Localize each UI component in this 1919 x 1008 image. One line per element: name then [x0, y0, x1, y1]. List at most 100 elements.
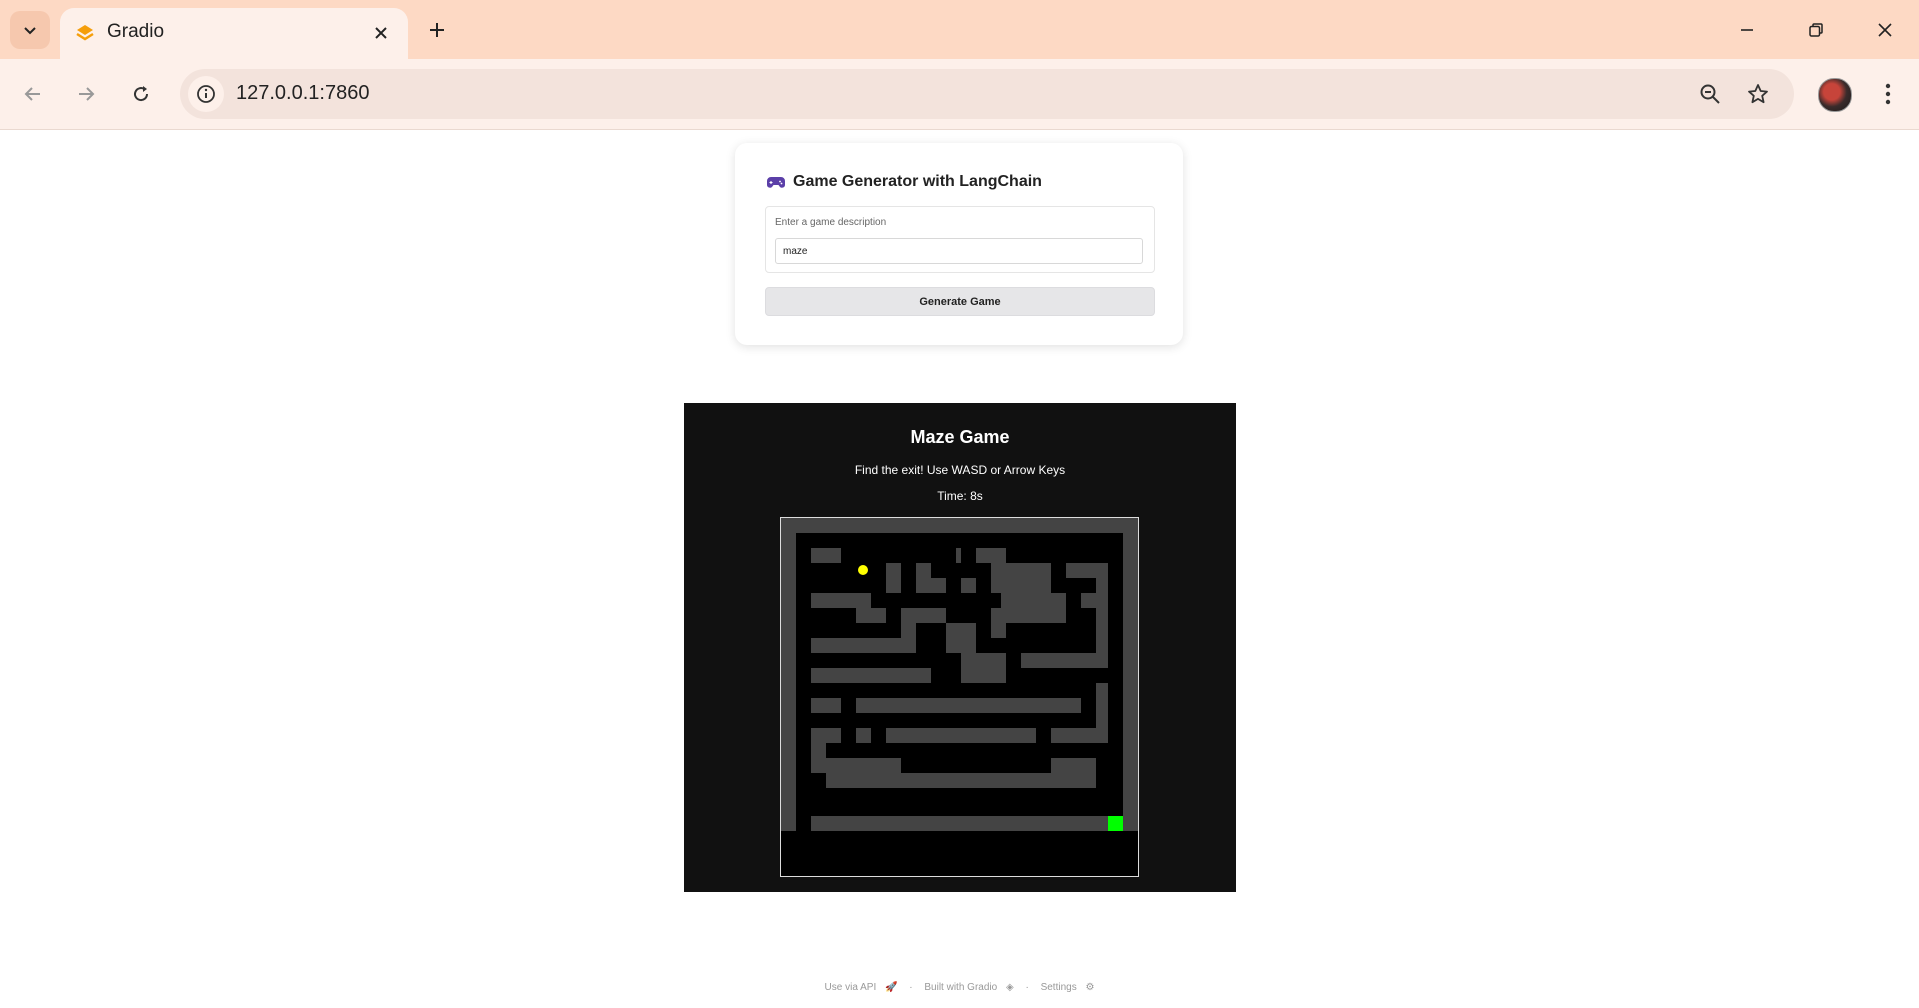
game-frame: Maze Game Find the exit! Use WASD or Arr… [684, 403, 1236, 892]
footer-separator: · [1025, 982, 1029, 993]
forward-button[interactable] [68, 76, 104, 112]
maze-corridor [1081, 683, 1096, 728]
minimize-button[interactable] [1727, 14, 1767, 46]
maze-corridor [871, 563, 886, 608]
game-timer: Time: 8s [684, 489, 1236, 503]
built-with-gradio-link[interactable]: Built with Gradio ◈ [921, 982, 1016, 993]
tab-search-button[interactable] [10, 11, 50, 49]
maze-corridor [1021, 668, 1111, 683]
maze-corridor [796, 533, 1123, 548]
address-bar[interactable]: 127.0.0.1:7860 [180, 69, 1794, 119]
maze-corridor [811, 563, 856, 578]
maze-corridor [946, 563, 961, 593]
maze-corridor [796, 801, 1123, 816]
maze-corridor [916, 623, 931, 668]
game-instructions: Find the exit! Use WASD or Arrow Keys [854, 463, 1066, 477]
url-text[interactable]: 127.0.0.1:7860 [236, 82, 369, 105]
maze-corridor [1021, 548, 1111, 563]
maze-corridor [931, 533, 946, 578]
browser-menu-button[interactable] [1872, 78, 1904, 110]
maze-corridor [796, 623, 886, 638]
arrow-left-icon [24, 87, 40, 101]
maze-corridor [1051, 743, 1111, 758]
browser-tab-bar: Gradio [0, 0, 1919, 59]
maze-corridor [841, 698, 856, 743]
gamepad-icon [767, 177, 785, 188]
maze-exit [1108, 816, 1123, 831]
maze-corridor [1006, 653, 1021, 683]
chevron-down-icon [24, 27, 36, 35]
maze-corridor [811, 653, 931, 668]
site-info-button[interactable] [188, 76, 224, 112]
maze-corridor [1066, 593, 1081, 623]
maze-empty-area [781, 831, 1138, 876]
timer-label: Time: [937, 489, 971, 503]
maze-corridor [796, 638, 811, 668]
maze-corridor [1096, 758, 1111, 803]
app-card: Game Generator with LangChain Enter a ga… [735, 143, 1183, 345]
maze-corridor [856, 713, 1096, 728]
maze-corridor [946, 653, 961, 698]
description-label: Enter a game description [775, 217, 887, 228]
maze-corridor [826, 788, 1096, 803]
maze-corridor [961, 683, 1096, 698]
tab-close-button[interactable] [368, 20, 394, 46]
reload-button[interactable] [123, 76, 159, 112]
close-icon [375, 27, 387, 39]
maze-corridor [1036, 728, 1051, 758]
maze-canvas[interactable] [780, 517, 1139, 877]
maze-corridor [796, 698, 811, 728]
maze-corridor [811, 608, 856, 623]
close-window-button[interactable] [1865, 14, 1905, 46]
maze-corridor [886, 593, 901, 638]
profile-avatar[interactable] [1818, 78, 1852, 112]
arrow-right-icon [79, 87, 95, 101]
maze-corridor [796, 533, 811, 831]
timer-value: 8s [970, 489, 983, 503]
minimize-icon [1741, 29, 1753, 31]
maze-corridor [886, 743, 1051, 758]
info-icon [197, 85, 215, 103]
gradio-logo-icon [76, 25, 94, 41]
star-icon [1748, 84, 1768, 104]
settings-link[interactable]: Settings ⚙ [1038, 982, 1098, 993]
browser-toolbar: 127.0.0.1:7860 [0, 59, 1919, 130]
more-vertical-icon [1885, 83, 1891, 105]
rocket-icon: 🚀 [885, 982, 898, 993]
restore-icon [1809, 23, 1823, 37]
maze-board [781, 518, 1138, 876]
maze-corridor [961, 533, 976, 578]
back-button[interactable] [15, 76, 51, 112]
maze-corridor [1081, 608, 1096, 638]
description-field: Enter a game description [765, 206, 1155, 273]
tab-title: Gradio [107, 21, 165, 42]
footer-separator: · [909, 982, 913, 993]
maze-corridor [871, 728, 886, 758]
gradio-footer: Use via API 🚀 · Built with Gradio ◈ · Se… [0, 982, 1919, 993]
description-input[interactable] [775, 238, 1143, 264]
app-title: Game Generator with LangChain [767, 173, 1042, 191]
reload-icon [134, 86, 149, 102]
restore-button[interactable] [1796, 14, 1836, 46]
bookmark-button[interactable] [1742, 78, 1774, 110]
maze-corridor [976, 563, 991, 593]
maze-corridor [1051, 578, 1096, 593]
plus-icon [430, 23, 444, 37]
maze-player [858, 565, 868, 575]
maze-corridor [901, 758, 1051, 773]
gradio-logo-icon: ◈ [1005, 982, 1014, 993]
gear-icon: ⚙ [1085, 982, 1095, 993]
generate-game-button[interactable]: Generate Game [765, 287, 1155, 316]
maze-corridor [976, 638, 1096, 653]
zoom-button[interactable] [1694, 78, 1726, 110]
maze-corridor [1006, 533, 1021, 563]
zoom-out-icon [1700, 84, 1720, 104]
maze-corridor [811, 683, 961, 698]
new-tab-button[interactable] [423, 16, 451, 44]
maze-corridor [901, 593, 1001, 608]
use-via-api-link[interactable]: Use via API 🚀 [822, 982, 901, 993]
close-icon [1878, 23, 1892, 37]
maze-corridor [811, 773, 826, 803]
active-tab[interactable]: Gradio [60, 8, 408, 59]
game-title: Maze Game [910, 427, 1010, 447]
